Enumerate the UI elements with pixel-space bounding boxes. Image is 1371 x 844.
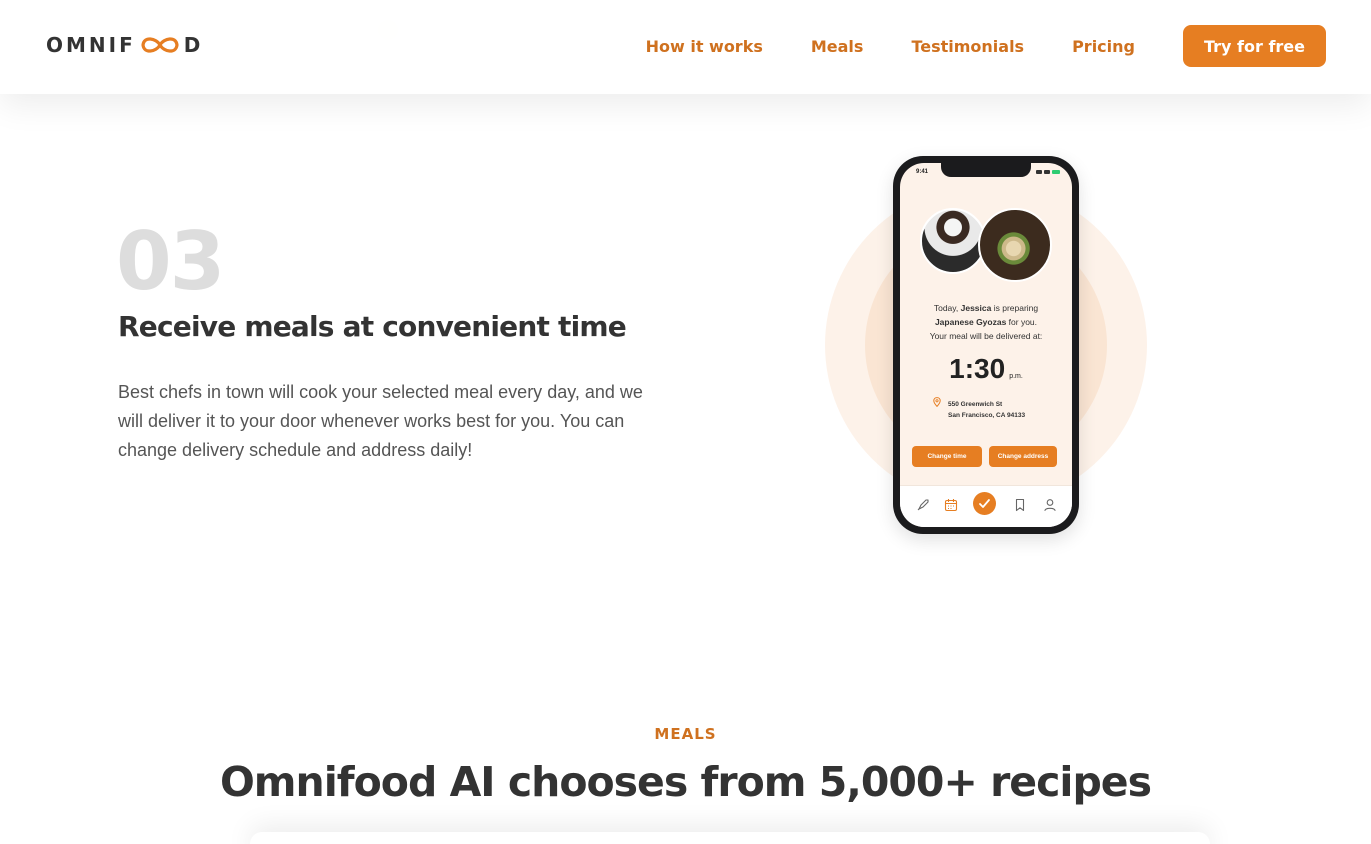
battery-icon — [1052, 170, 1060, 174]
step-title: Receive meals at convenient time — [118, 310, 627, 343]
wifi-icon — [1044, 170, 1050, 174]
status-icons — [1036, 170, 1060, 174]
phone-screen: 9:41 Today, Jessica is preparing Japanes… — [900, 163, 1072, 527]
checkmark-glyph — [979, 499, 990, 508]
site-header: OMNIF D How it works Meals Testimonials … — [0, 0, 1371, 94]
message-text: is preparing — [991, 303, 1039, 313]
step-number: 03 — [116, 215, 225, 308]
logo-wordmark: OMNIF D — [46, 33, 203, 57]
status-time: 9:41 — [916, 169, 929, 175]
message-line-3: Your meal will be delivered at: — [929, 331, 1043, 341]
meals-subheading: MEALS — [654, 725, 717, 743]
rocket-icon[interactable] — [916, 498, 930, 512]
signal-icon — [1036, 170, 1042, 174]
location-pin-icon — [933, 397, 941, 407]
meal-photo — [978, 208, 1052, 282]
nav-pricing[interactable]: Pricing — [1072, 37, 1135, 56]
change-address-button[interactable]: Change address — [989, 446, 1057, 467]
message-text: Today, — [933, 303, 961, 313]
logo[interactable]: OMNIF D — [46, 33, 203, 57]
check-icon[interactable] — [973, 492, 996, 515]
dish-name: Japanese Gyozas — [934, 317, 1007, 327]
message-line-2: Japanese Gyozas for you. — [900, 315, 1072, 329]
address-line-1: 550 Greenwich St — [948, 401, 1003, 408]
phone-tab-bar — [900, 485, 1072, 527]
address-line-2: San Francisco, CA 94133 — [948, 412, 1026, 419]
chef-photo — [920, 208, 986, 274]
main-nav: How it works Meals Testimonials Pricing … — [646, 25, 1326, 67]
delivery-message: Today, Jessica is preparing Japanese Gyo… — [900, 301, 1072, 343]
nav-testimonials[interactable]: Testimonials — [911, 37, 1024, 56]
calendar-icon[interactable] — [944, 498, 958, 512]
try-for-free-button[interactable]: Try for free — [1183, 25, 1326, 67]
nav-how-it-works[interactable]: How it works — [646, 37, 763, 56]
delivery-time-period: p.m. — [1009, 373, 1023, 380]
phone-mockup: 9:41 Today, Jessica is preparing Japanes… — [893, 156, 1079, 534]
delivery-time-value: 1:30 — [949, 353, 1006, 384]
message-line-1: Today, Jessica is preparing — [900, 301, 1072, 315]
infinity-loop-icon — [141, 37, 179, 53]
meals-heading: Omnifood AI chooses from 5,000+ recipes — [219, 758, 1152, 806]
delivery-address: 550 Greenwich St San Francisco, CA 94133 — [948, 399, 1025, 421]
message-text: for you. — [1006, 317, 1038, 327]
user-icon[interactable] — [1043, 498, 1057, 512]
chef-name: Jessica — [960, 303, 992, 313]
phone-notch — [941, 163, 1031, 177]
logo-text-start: OMNIF — [46, 33, 136, 57]
step-description: Best chefs in town will cook your select… — [118, 382, 643, 460]
change-time-button[interactable]: Change time — [912, 446, 982, 467]
bookmark-icon[interactable] — [1013, 498, 1027, 512]
nav-meals[interactable]: Meals — [811, 37, 864, 56]
logo-text-end: D — [183, 33, 204, 57]
meal-card-top-edge — [250, 832, 1210, 844]
delivery-time: 1:30 p.m. — [900, 353, 1072, 385]
